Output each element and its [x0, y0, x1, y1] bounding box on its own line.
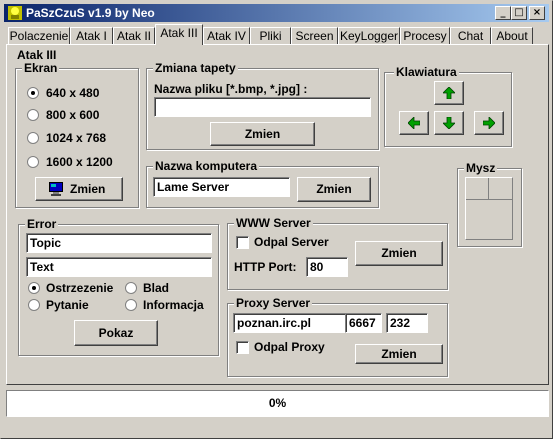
www-zmien-button[interactable]: Zmien	[355, 241, 443, 266]
arrow-up-button[interactable]	[434, 81, 464, 105]
pokaz-button[interactable]: Pokaz	[74, 320, 158, 346]
ekran-zmien-label: Zmien	[70, 182, 106, 196]
tab-about[interactable]: About	[491, 27, 533, 44]
radio-1024x768[interactable]	[27, 132, 39, 144]
radio-1600x1200[interactable]	[27, 156, 39, 168]
radio-1600x1200-label: 1600 x 1200	[46, 155, 113, 169]
tapeta-title: Zmiana tapety	[153, 61, 238, 75]
klawiatura-title: Klawiatura	[394, 65, 459, 79]
down-arrow-icon	[443, 117, 455, 129]
tab-screen[interactable]: Screen	[291, 27, 338, 44]
radio-640x480-label: 640 x 480	[46, 86, 100, 100]
tab-atak-i[interactable]: Atak I	[70, 27, 113, 44]
radio-blad-label: Blad	[143, 281, 170, 295]
komputer-title: Nazwa komputera	[153, 159, 260, 173]
radio-blad[interactable]	[125, 282, 137, 294]
error-topic-input[interactable]: Topic	[26, 233, 212, 253]
progress-text: 0%	[268, 396, 287, 410]
tab-polaczenie[interactable]: Polaczenie	[8, 27, 70, 44]
proxy-host-input[interactable]: poznan.irc.pl	[233, 313, 346, 333]
app-icon	[8, 6, 22, 20]
error-text-input[interactable]: Text	[26, 257, 212, 277]
odpal-server-label: Odpal Server	[254, 235, 329, 249]
right-arrow-icon	[483, 117, 495, 129]
radio-1024x768-label: 1024 x 768	[46, 131, 107, 145]
tab-keylogger[interactable]: KeyLogger	[338, 27, 400, 44]
radio-pytanie-label: Pytanie	[46, 298, 89, 312]
klawiatura-group: Klawiatura	[384, 66, 512, 147]
monitor-icon	[49, 182, 63, 196]
tab-procesy[interactable]: Procesy	[400, 27, 450, 44]
minimize-button[interactable]: _	[495, 6, 511, 20]
ekran-zmien-button[interactable]: Zmien	[35, 177, 123, 201]
http-port-label: HTTP Port:	[234, 260, 297, 274]
radio-informacja[interactable]	[125, 299, 137, 311]
ekran-title: Ekran	[22, 61, 60, 75]
tab-panel: Atak III Ekran 640 x 480 800 x 600 1024 …	[6, 44, 549, 385]
proxy-title: Proxy Server	[234, 296, 313, 310]
tapeta-zmien-button[interactable]: Zmien	[210, 122, 315, 146]
proxy-group: Proxy Server poznan.irc.pl 6667 232 Odpa…	[227, 297, 448, 377]
http-port-input[interactable]: 80	[306, 257, 348, 277]
error-group: Error Topic Text Ostrzezenie Blad Pytani…	[18, 218, 219, 356]
odpal-proxy-label: Odpal Proxy	[254, 340, 325, 354]
mouse-right-button[interactable]	[489, 178, 512, 200]
tapeta-label: Nazwa pliku [*.bmp, *.jpg] :	[154, 82, 308, 96]
radio-informacja-label: Informacja	[143, 298, 204, 312]
www-group: WWW Server Odpal Server HTTP Port: 80 Zm…	[227, 217, 448, 290]
radio-pytanie[interactable]	[28, 299, 40, 311]
proxy-port1-input[interactable]: 6667	[345, 313, 382, 333]
close-button[interactable]: ×	[529, 6, 545, 20]
tapeta-filename-input[interactable]	[154, 97, 371, 117]
mysz-group: Mysz	[457, 162, 522, 247]
progress-bar: 0%	[6, 390, 549, 417]
left-arrow-icon	[408, 117, 420, 129]
radio-ostrzezenie-label: Ostrzezenie	[46, 281, 114, 295]
window-title: PaSzCzuS v1.9 by Neo	[26, 6, 155, 20]
odpal-server-checkbox[interactable]	[236, 236, 249, 249]
maximize-button[interactable]: □	[511, 6, 527, 20]
komputer-group: Nazwa komputera Lame Server Zmien	[146, 160, 379, 208]
tapeta-group: Zmiana tapety Nazwa pliku [*.bmp, *.jpg]…	[146, 62, 379, 150]
radio-ostrzezenie[interactable]	[28, 282, 40, 294]
tab-atak-iv[interactable]: Atak IV	[203, 27, 250, 44]
mysz-title: Mysz	[464, 161, 498, 175]
tab-pliki[interactable]: Pliki	[250, 27, 291, 44]
radio-800x600-label: 800 x 600	[46, 108, 100, 122]
www-title: WWW Server	[234, 216, 313, 230]
error-title: Error	[25, 217, 59, 231]
tab-chat[interactable]: Chat	[450, 27, 491, 44]
ekran-group: Ekran 640 x 480 800 x 600 1024 x 768 160…	[15, 62, 139, 208]
proxy-port2-input[interactable]: 232	[386, 313, 428, 333]
mouse-pad[interactable]	[465, 177, 513, 240]
tab-atak-ii[interactable]: Atak II	[113, 27, 155, 44]
main-window: PaSzCzuS v1.9 by Neo _ □ × Polaczenie At…	[0, 0, 553, 439]
mouse-left-button[interactable]	[466, 178, 489, 200]
proxy-zmien-button[interactable]: Zmien	[355, 344, 443, 364]
arrow-right-button[interactable]	[474, 111, 504, 135]
up-arrow-icon	[443, 87, 455, 99]
tab-atak-iii[interactable]: Atak III	[155, 24, 203, 45]
title-bar[interactable]: PaSzCzuS v1.9 by Neo _ □ ×	[4, 4, 549, 22]
odpal-proxy-checkbox[interactable]	[236, 341, 249, 354]
arrow-down-button[interactable]	[434, 111, 464, 135]
panel-title: Atak III	[17, 48, 57, 62]
komputer-zmien-button[interactable]: Zmien	[297, 177, 371, 202]
arrow-left-button[interactable]	[399, 111, 429, 135]
computer-name-input[interactable]: Lame Server	[153, 177, 290, 197]
radio-640x480[interactable]	[27, 87, 39, 99]
radio-800x600[interactable]	[27, 109, 39, 121]
